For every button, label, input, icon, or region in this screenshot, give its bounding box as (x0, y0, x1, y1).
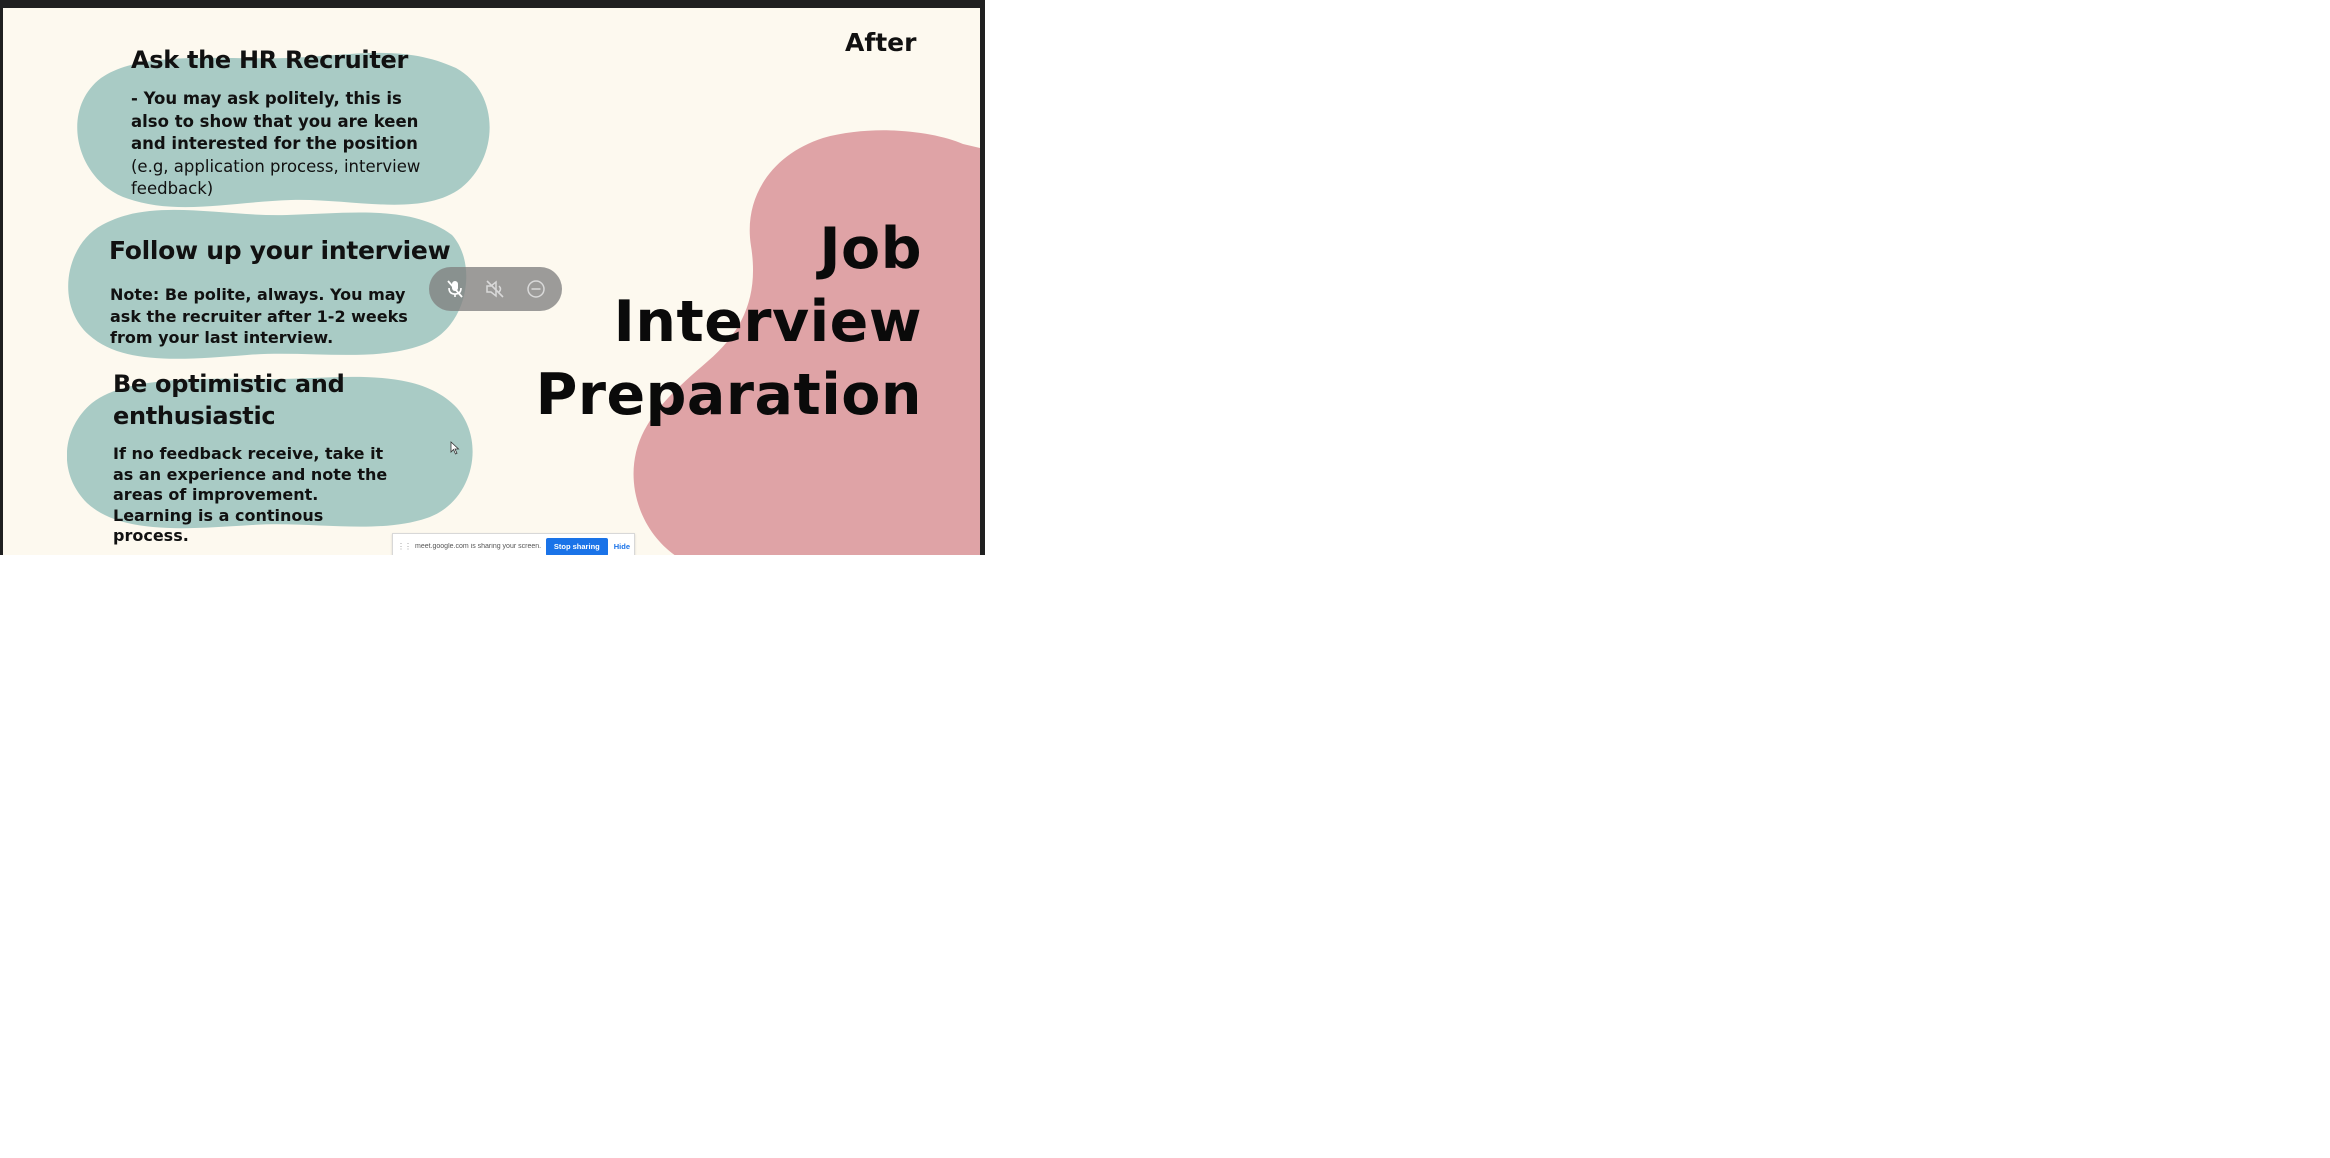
meeting-controls-pill[interactable] (429, 267, 562, 311)
slide-title-line-1: Job (819, 216, 922, 282)
slide-title: Job Interview Preparation (536, 213, 922, 432)
after-label: After (845, 28, 917, 57)
section-body-ask-hr: - You may ask politely, this is also to … (131, 88, 441, 201)
minus-circle-icon[interactable] (523, 276, 549, 302)
screen-share-bar: ⋮⋮ meet.google.com is sharing your scree… (392, 533, 635, 555)
section-heading-follow-up: Follow up your interview (109, 236, 451, 265)
drag-handle-icon[interactable]: ⋮⋮ (397, 542, 412, 551)
speaker-off-icon[interactable] (482, 276, 508, 302)
share-message: meet.google.com is sharing your screen. (415, 543, 542, 550)
section-heading-optimistic: Be optimistic and enthusiastic (113, 370, 345, 430)
mouse-cursor-icon (450, 440, 460, 459)
section-body-optimistic: If no feedback receive, take it as an ex… (113, 444, 388, 545)
section-body-follow-up: Note: Be polite, always. You may ask the… (110, 285, 408, 347)
section-body-ask-hr-bold: - You may ask politely, this is also to … (131, 89, 419, 153)
presentation-slide: Ask the HR Recruiter - You may ask polit… (3, 8, 980, 555)
stop-sharing-button[interactable]: Stop sharing (545, 537, 608, 555)
slide-title-line-3: Preparation (535, 362, 922, 428)
slide-title-line-2: Interview (613, 289, 922, 355)
section-body-ask-hr-note: (e.g, application process, interview fee… (131, 156, 421, 199)
window-right-border (980, 0, 985, 555)
mic-off-icon[interactable] (442, 276, 468, 302)
section-heading-ask-hr: Ask the HR Recruiter (131, 46, 409, 74)
hide-button[interactable]: Hide (614, 542, 630, 551)
window-top-bar (0, 0, 985, 8)
